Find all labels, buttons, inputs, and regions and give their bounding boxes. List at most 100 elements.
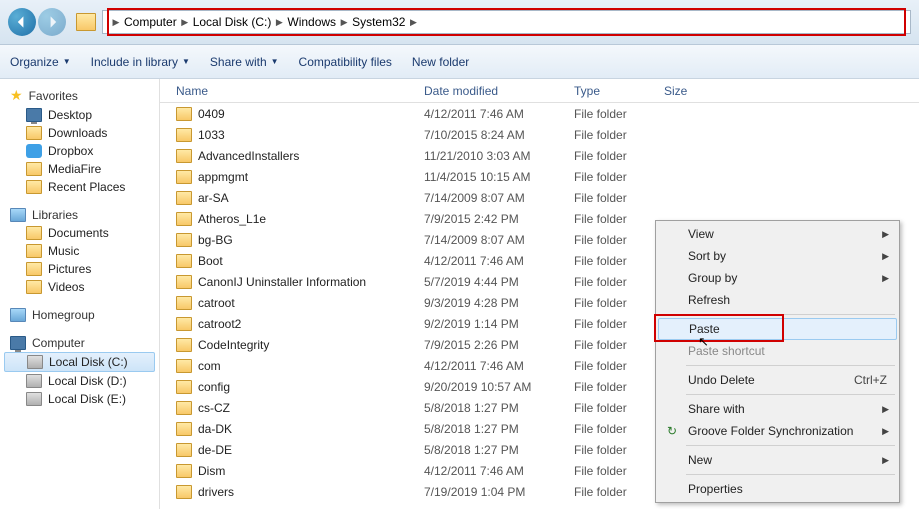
ctx-sortby[interactable]: Sort by▶ <box>658 245 897 267</box>
table-row[interactable]: 04094/12/2011 7:46 AMFile folder <box>160 103 919 124</box>
folder-icon <box>176 422 192 436</box>
sidebar-item-mediafire[interactable]: MediaFire <box>0 160 159 178</box>
forward-button[interactable] <box>38 8 66 36</box>
cell-type: File folder <box>574 401 664 415</box>
column-type[interactable]: Type <box>574 84 664 98</box>
folder-icon <box>176 359 192 373</box>
sidebar-item-recent[interactable]: Recent Places <box>0 178 159 196</box>
breadcrumb-system32[interactable]: System32 <box>352 15 405 29</box>
ctx-paste-shortcut[interactable]: Paste shortcut <box>658 340 897 362</box>
chevron-right-icon: ▶ <box>882 455 889 466</box>
breadcrumb-computer[interactable]: Computer <box>124 15 177 29</box>
sidebar-item-music[interactable]: Music <box>0 242 159 260</box>
sidebar-item-documents[interactable]: Documents <box>0 224 159 242</box>
table-row[interactable]: ar-SA7/14/2009 8:07 AMFile folder <box>160 187 919 208</box>
ctx-share-with[interactable]: Share with▶ <box>658 398 897 420</box>
cell-date: 4/12/2011 7:46 AM <box>424 359 574 373</box>
table-row[interactable]: AdvancedInstallers11/21/2010 3:03 AMFile… <box>160 145 919 166</box>
column-size[interactable]: Size <box>664 84 744 98</box>
cell-name: appmgmt <box>198 170 424 184</box>
cell-name: Atheros_L1e <box>198 212 424 226</box>
sidebar-item-drive-d[interactable]: Local Disk (D:) <box>0 372 159 390</box>
ctx-view[interactable]: View▶ <box>658 223 897 245</box>
cell-name: 1033 <box>198 128 424 142</box>
chevron-right-icon: ▶ <box>339 17 349 28</box>
chevron-right-icon: ▶ <box>408 17 418 28</box>
computer-icon <box>10 336 26 350</box>
share-with-button[interactable]: Share with▼ <box>210 55 279 69</box>
favorites-header[interactable]: ★Favorites <box>0 85 159 106</box>
context-menu: View▶ Sort by▶ Group by▶ Refresh Paste ↖… <box>655 220 900 503</box>
column-name[interactable]: Name <box>176 84 424 98</box>
cell-date: 11/4/2015 10:15 AM <box>424 170 574 184</box>
cell-type: File folder <box>574 380 664 394</box>
table-row[interactable]: 10337/10/2015 8:24 AMFile folder <box>160 124 919 145</box>
cell-type: File folder <box>574 107 664 121</box>
cell-name: catroot <box>198 296 424 310</box>
column-date[interactable]: Date modified <box>424 84 574 98</box>
cell-name: cs-CZ <box>198 401 424 415</box>
ctx-groove-sync[interactable]: ↻Groove Folder Synchronization▶ <box>658 420 897 442</box>
folder-icon <box>176 464 192 478</box>
cell-date: 7/14/2009 8:07 AM <box>424 191 574 205</box>
back-button[interactable] <box>8 8 36 36</box>
ctx-properties[interactable]: Properties <box>658 478 897 500</box>
chevron-right-icon: ▶ <box>882 229 889 240</box>
cell-date: 9/3/2019 4:28 PM <box>424 296 574 310</box>
sidebar-item-dropbox[interactable]: Dropbox <box>0 142 159 160</box>
cell-name: drivers <box>198 485 424 499</box>
cell-date: 4/12/2011 7:46 AM <box>424 464 574 478</box>
folder-icon <box>176 485 192 499</box>
table-row[interactable]: appmgmt11/4/2015 10:15 AMFile folder <box>160 166 919 187</box>
sidebar-item-downloads[interactable]: Downloads <box>0 124 159 142</box>
folder-icon <box>176 149 192 163</box>
folder-icon <box>176 296 192 310</box>
sidebar-item-videos[interactable]: Videos <box>0 278 159 296</box>
folder-icon <box>176 128 192 142</box>
annotation-highlight: ▶ Computer ▶ Local Disk (C:) ▶ Windows ▶… <box>107 8 906 36</box>
sidebar-item-desktop[interactable]: Desktop <box>0 106 159 124</box>
homegroup-header[interactable]: Homegroup <box>0 306 159 324</box>
breadcrumb-windows[interactable]: Windows <box>287 15 336 29</box>
folder-icon <box>176 170 192 184</box>
sidebar-item-pictures[interactable]: Pictures <box>0 260 159 278</box>
folder-icon <box>176 275 192 289</box>
organize-button[interactable]: Organize▼ <box>10 55 71 69</box>
folder-icon <box>176 254 192 268</box>
address-bar: ▶ Computer ▶ Local Disk (C:) ▶ Windows ▶… <box>0 0 919 45</box>
new-folder-button[interactable]: New folder <box>412 55 469 69</box>
include-in-library-button[interactable]: Include in library▼ <box>91 55 190 69</box>
ctx-paste[interactable]: Paste <box>658 318 897 340</box>
computer-header[interactable]: Computer <box>0 334 159 352</box>
sidebar-item-drive-c[interactable]: Local Disk (C:) <box>4 352 155 372</box>
cell-date: 7/9/2015 2:42 PM <box>424 212 574 226</box>
ctx-groupby[interactable]: Group by▶ <box>658 267 897 289</box>
sidebar-item-drive-e[interactable]: Local Disk (E:) <box>0 390 159 408</box>
folder-icon <box>26 262 42 276</box>
folder-icon <box>26 126 42 140</box>
folder-icon <box>176 338 192 352</box>
cell-date: 7/19/2019 1:04 PM <box>424 485 574 499</box>
chevron-right-icon: ▶ <box>180 17 190 28</box>
ctx-refresh[interactable]: Refresh <box>658 289 897 311</box>
cell-type: File folder <box>574 359 664 373</box>
homegroup-icon <box>10 308 26 322</box>
cell-type: File folder <box>574 191 664 205</box>
folder-icon <box>176 107 192 121</box>
folder-icon <box>176 380 192 394</box>
breadcrumb[interactable]: ▶ Computer ▶ Local Disk (C:) ▶ Windows ▶… <box>102 10 911 34</box>
cell-date: 5/7/2019 4:44 PM <box>424 275 574 289</box>
location-icon <box>76 13 96 31</box>
cell-date: 4/12/2011 7:46 AM <box>424 254 574 268</box>
cell-type: File folder <box>574 233 664 247</box>
cell-date: 5/8/2018 1:27 PM <box>424 422 574 436</box>
cell-type: File folder <box>574 254 664 268</box>
cell-type: File folder <box>574 317 664 331</box>
libraries-header[interactable]: Libraries <box>0 206 159 224</box>
cell-type: File folder <box>574 422 664 436</box>
folder-icon <box>26 226 42 240</box>
ctx-undo-delete[interactable]: Undo DeleteCtrl+Z <box>658 369 897 391</box>
ctx-new[interactable]: New▶ <box>658 449 897 471</box>
compatibility-files-button[interactable]: Compatibility files <box>299 55 392 69</box>
breadcrumb-localdisk-c[interactable]: Local Disk (C:) <box>193 15 272 29</box>
